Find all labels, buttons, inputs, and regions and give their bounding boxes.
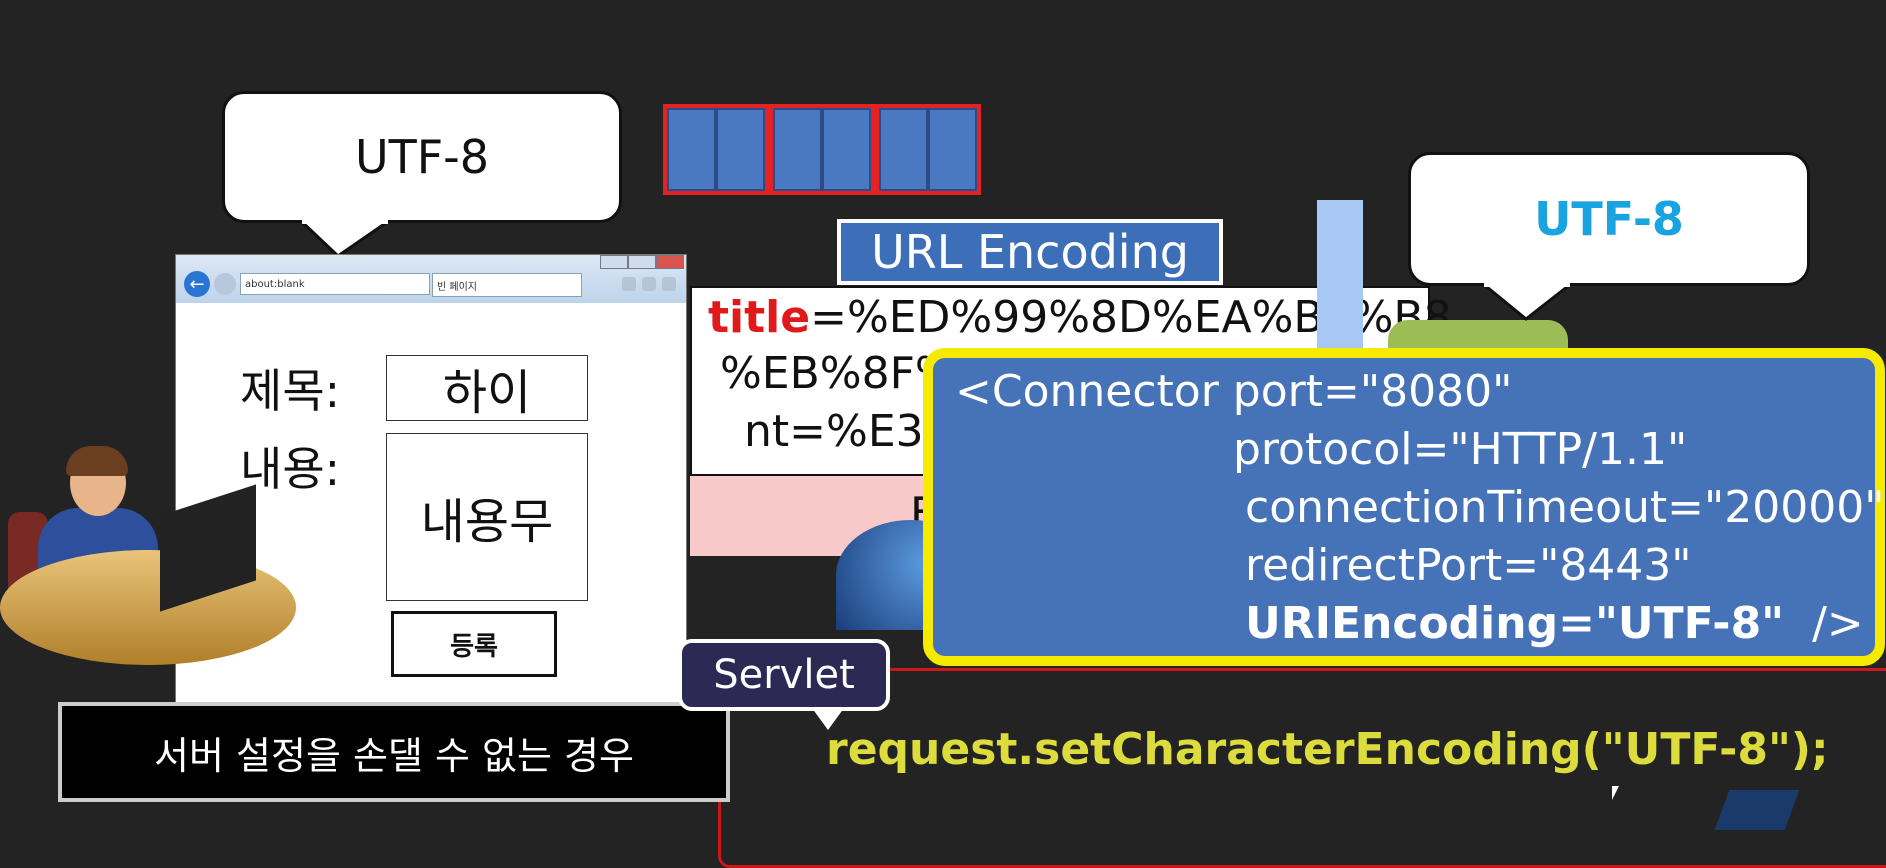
browser-titlebar: ← about:blank 빈 페이지 (176, 255, 686, 303)
bubble-right-tail (1482, 283, 1572, 321)
laptop-icon (1714, 790, 1800, 830)
utf8-bubble-left: UTF-8 (222, 91, 622, 223)
address-text: about:blank (245, 278, 305, 290)
connector-line-4: redirectPort="8443" (1245, 540, 1692, 591)
close-button[interactable] (656, 255, 684, 269)
connector-line-2: protocol="HTTP/1.1" (1233, 424, 1688, 475)
caption-text: 서버 설정을 손댈 수 없는 경우 (154, 733, 634, 778)
connector-line-1: <Connector port="8080" (955, 366, 1513, 417)
byte-block (822, 108, 871, 191)
utf8-bubble-right-label: UTF-8 (1534, 192, 1684, 246)
url-encoding-text: URL Encoding (871, 225, 1189, 279)
browser-tab[interactable]: 빈 페이지 (432, 273, 582, 297)
byte-block (928, 108, 977, 191)
title-label: 제목: (240, 364, 341, 418)
title-input[interactable]: 하이 (386, 355, 588, 421)
servlet-bubble: Servlet (678, 639, 890, 711)
connector-uri-encoding: URIEncoding="UTF-8" (1245, 598, 1785, 649)
submit-button[interactable]: 등록 (391, 611, 557, 677)
byte-block (716, 108, 765, 191)
tab-title: 빈 페이지 (437, 281, 477, 293)
connector-close-tag: /> (1812, 598, 1864, 649)
minimize-button[interactable] (600, 255, 628, 269)
content-textarea[interactable]: 내용무 (386, 433, 588, 601)
window-controls (600, 255, 684, 269)
byte-block (879, 108, 928, 191)
submit-button-label: 등록 (450, 631, 498, 662)
back-arrow-icon[interactable]: ← (184, 271, 210, 297)
param-title-key: title (708, 292, 811, 343)
content-textarea-value: 내용무 (420, 494, 554, 550)
encoded-line-2: %EB%8F% (720, 348, 957, 399)
forward-arrow-icon[interactable] (214, 273, 236, 295)
toolbar-icons (622, 277, 682, 293)
bubble-left-tail (300, 220, 390, 258)
star-icon[interactable] (642, 277, 656, 291)
byte-block (773, 108, 822, 191)
maximize-button[interactable] (628, 255, 656, 269)
utf8-bubble-left-label: UTF-8 (354, 130, 490, 184)
url-encoding-label: URL Encoding (837, 219, 1223, 285)
connector-config: <Connector port="8080" protocol="HTTP/1.… (923, 348, 1885, 666)
connector-line-3: connectionTimeout="20000" (1245, 482, 1885, 533)
set-encoding-code: request.setCharacterEncoding("UTF-8"); (826, 724, 1829, 775)
home-icon[interactable] (622, 277, 636, 291)
utf8-bubble-right: UTF-8 (1408, 152, 1810, 286)
caption-banner: 서버 설정을 손댈 수 없는 경우 (58, 702, 730, 802)
mouse-cursor-icon (1612, 786, 1619, 800)
title-input-value: 하이 (442, 365, 532, 421)
servlet-label: Servlet (713, 652, 855, 698)
byte-block (667, 108, 716, 191)
address-bar[interactable]: about:blank (240, 273, 430, 295)
person-hair (66, 446, 128, 476)
gear-icon[interactable] (662, 277, 676, 291)
byte-blocks (663, 104, 981, 195)
